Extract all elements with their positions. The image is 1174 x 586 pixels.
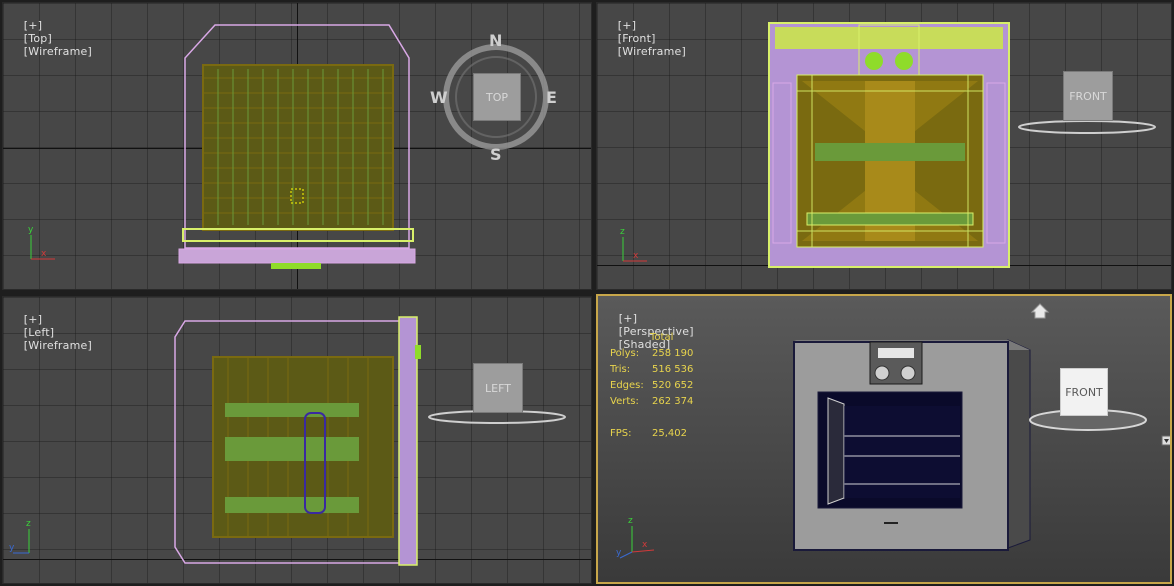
- axis-x-label: x: [41, 249, 47, 259]
- axis-y-label: y: [28, 225, 34, 235]
- axis-x-label: x: [642, 540, 648, 550]
- axis-x-label: x: [633, 251, 639, 261]
- axis-tripod-icon: [30, 235, 55, 260]
- axis-tripod-icon: [622, 237, 647, 262]
- viewport-perspective[interactable]: [+] [Perspective] [Shaded] Total Polys: 2…: [596, 294, 1172, 584]
- viewport-top[interactable]: [+] [Top] [Wireframe] N S W E TOP y x: [2, 2, 592, 290]
- axis-tripod-icon: [13, 529, 30, 554]
- axis-y-label: y: [9, 543, 15, 553]
- axis-z-label: z: [628, 516, 633, 526]
- axis-z-label: z: [620, 227, 625, 237]
- viewport-left[interactable]: [+] [Left] [Wireframe] LEFT z y: [2, 296, 592, 584]
- axis-y-label: y: [616, 548, 622, 558]
- viewport-front[interactable]: [+] [Front] [Wireframe] FRONT z x: [596, 2, 1172, 290]
- axis-z-label: z: [26, 519, 31, 529]
- axis-tripod-icon: [619, 526, 655, 559]
